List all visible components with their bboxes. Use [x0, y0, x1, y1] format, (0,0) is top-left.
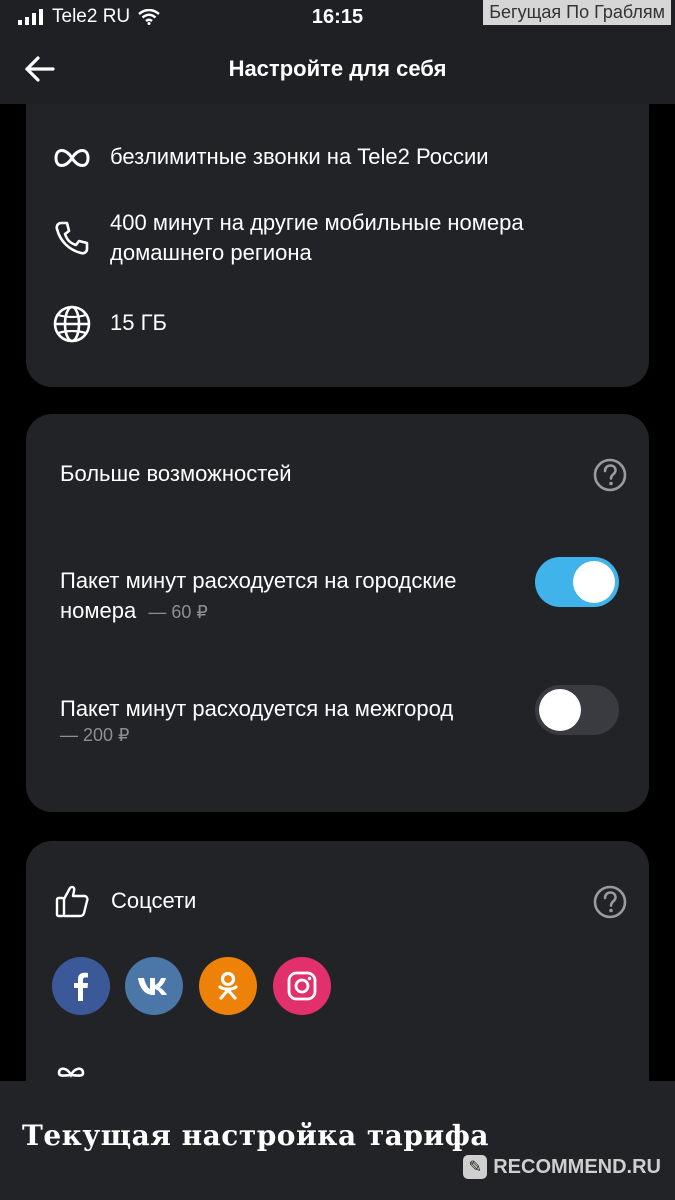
page-title: Настройте для себя — [228, 56, 447, 81]
option-label: Пакет минут расходуется на межгород — [60, 696, 454, 721]
infinity-icon — [54, 149, 90, 167]
more-options-card: Больше возможностей Пакет минут расходуе… — [26, 414, 649, 812]
partial-row-icon — [57, 1067, 85, 1078]
help-icon[interactable] — [593, 458, 627, 492]
vk-button[interactable] — [125, 957, 183, 1015]
thumbs-up-icon — [55, 885, 89, 918]
tariff-features-card: безлимитные звонки на Tele2 России 400 м… — [26, 60, 649, 387]
option-label: Пакет минут расходуется на городские ном… — [60, 568, 457, 623]
instagram-button[interactable] — [273, 957, 331, 1015]
watermark-text: RECOMMEND.RU — [493, 1155, 661, 1178]
facebook-button[interactable] — [52, 957, 110, 1015]
feature-unlimited-calls: безлимитные звонки на Tele2 России — [52, 138, 489, 178]
facebook-icon — [74, 972, 88, 1001]
toggle-long-distance[interactable] — [535, 685, 619, 735]
odnoklassniki-button[interactable] — [199, 957, 257, 1015]
feature-text: 15 ГБ — [110, 310, 167, 335]
option-price: — 200 ₽ — [60, 725, 130, 745]
current-tariff-title: Текущая настройка тарифа — [22, 1119, 490, 1152]
social-networks-card: Соцсети — [26, 841, 649, 1081]
option-long-distance: Пакет минут расходуется на межгород — 20… — [60, 694, 500, 746]
top-navigation-bar: Настройте для себя — [0, 34, 675, 104]
bottom-summary-bar[interactable]: Текущая настройка тарифа ✎ RECOMMEND.RU — [0, 1081, 675, 1200]
option-price: — 60 ₽ — [148, 602, 208, 622]
phone-icon — [55, 221, 89, 255]
social-title: Соцсети — [111, 888, 197, 913]
option-city-numbers: Пакет минут расходуется на городские ном… — [60, 566, 500, 627]
feature-minutes: 400 минут на другие мобильные номера дом… — [52, 208, 570, 268]
vk-icon — [138, 978, 167, 995]
globe-icon — [53, 305, 91, 343]
toggle-city-numbers[interactable] — [535, 557, 619, 607]
feature-text: безлимитные звонки на Tele2 России — [110, 144, 489, 169]
status-bar: Tele2 RU 16:15 Бегущая По Граблям — [0, 0, 675, 34]
odnoklassniki-icon — [218, 971, 238, 1000]
help-icon[interactable] — [593, 885, 627, 919]
watermark-logo-icon: ✎ — [463, 1155, 488, 1179]
toggle-knob — [539, 689, 581, 731]
watermark-bottom: ✎ RECOMMEND.RU — [463, 1155, 661, 1179]
more-options-title: Больше возможностей — [60, 461, 292, 486]
feature-internet: 15 ГБ — [52, 304, 167, 344]
toggle-knob — [573, 561, 615, 603]
watermark-top: Бегущая По Граблям — [483, 0, 671, 25]
instagram-icon — [287, 971, 317, 1001]
feature-text: 400 минут на другие мобильные номера дом… — [110, 210, 524, 265]
